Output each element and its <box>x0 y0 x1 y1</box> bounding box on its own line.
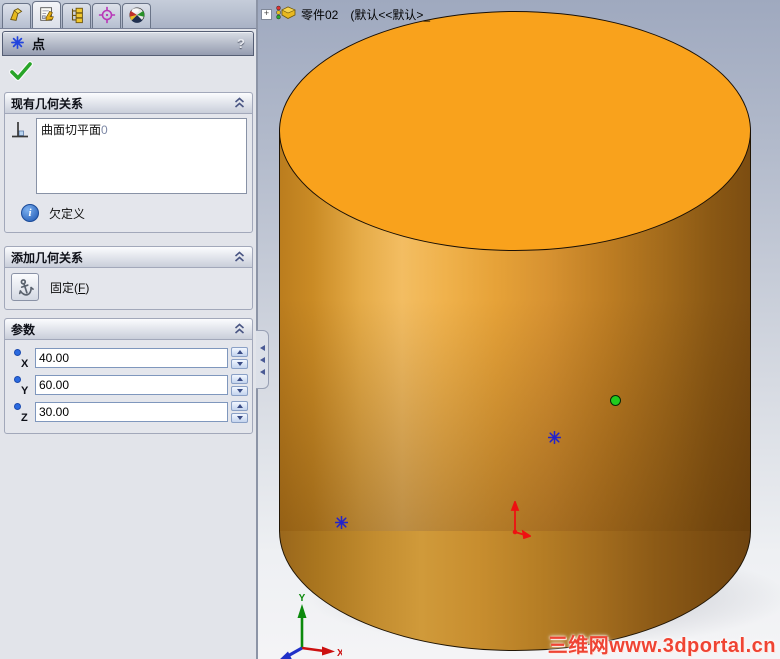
parameters-title: 参数 <box>11 322 36 337</box>
configurationmanager-icon <box>68 6 86 27</box>
add-relations-title: 添加几何关系 <box>11 250 84 265</box>
reference-triad: Y X <box>262 592 344 659</box>
z-coordinate-row: Z <box>11 400 248 424</box>
green-vertex-point[interactable] <box>610 395 621 406</box>
solidworks-window: 点 ? 现有几何关系 曲面切平面0 i 欠定义 添加几何关系 固定(F) 参数 … <box>0 0 780 659</box>
definition-status-text: 欠定义 <box>49 206 86 221</box>
x-coordinate-input[interactable] <box>35 348 228 368</box>
tab-displaymanager[interactable] <box>122 3 151 28</box>
propertymanager-title-bar: 点 ? <box>2 31 254 56</box>
help-button[interactable]: ? <box>237 36 245 51</box>
part-document-icon <box>276 4 296 24</box>
ok-checkmark-button[interactable] <box>9 60 33 85</box>
info-icon: i <box>21 204 39 222</box>
z-coordinate-input[interactable] <box>35 402 228 422</box>
z-spin-down-button[interactable] <box>231 413 248 423</box>
parameters-body: X Y Z <box>5 340 252 433</box>
add-relations-header[interactable]: 添加几何关系 <box>5 247 252 268</box>
part-name-label[interactable]: 零件02 <box>301 6 338 23</box>
relations-listbox[interactable]: 曲面切平面0 <box>36 118 247 194</box>
z-spin-up-button[interactable] <box>231 401 248 411</box>
existing-relations-title: 现有几何关系 <box>11 96 84 111</box>
z-coordinate-icon: Z <box>11 400 35 424</box>
y-spin-down-button[interactable] <box>231 386 248 396</box>
x-spin-up-button[interactable] <box>231 347 248 357</box>
y-coordinate-row: Y <box>11 373 248 397</box>
tab-configurationmanager[interactable] <box>62 3 91 28</box>
y-coordinate-icon: Y <box>11 373 35 397</box>
collapse-chevron-icon[interactable] <box>233 251 246 263</box>
panel-tab-bar <box>0 0 256 29</box>
part-origin-marker[interactable] <box>505 499 533 540</box>
tab-propertymanager[interactable] <box>32 1 61 28</box>
propertymanager-icon <box>38 5 56 26</box>
tab-featuremanager-tree[interactable] <box>2 3 31 28</box>
collapse-chevron-icon[interactable] <box>233 97 246 109</box>
tab-dimxpertmanager[interactable] <box>92 3 121 28</box>
relation-list-item[interactable]: 曲面切平面0 <box>41 121 242 138</box>
parameters-header[interactable]: 参数 <box>5 319 252 340</box>
parameters-group: 参数 X Y <box>4 318 253 434</box>
existing-relations-body: 曲面切平面0 <box>5 114 252 196</box>
property-manager-panel: 点 ? 现有几何关系 曲面切平面0 i 欠定义 添加几何关系 固定(F) 参数 … <box>0 0 258 659</box>
part-configuration-label: (默认<<默认>_ <box>350 7 431 22</box>
flyout-feature-tree: + 零件02 (默认<<默认>_ <box>261 4 430 24</box>
add-relations-group: 添加几何关系 固定(F) <box>4 246 253 310</box>
triad-x-label: X <box>337 648 342 659</box>
point-feature-icon <box>11 35 24 52</box>
fix-anchor-button[interactable] <box>11 273 39 301</box>
dimxpert-target-icon <box>98 6 116 27</box>
y-coordinate-input[interactable] <box>35 375 228 395</box>
confirm-bar <box>0 56 256 86</box>
tree-expand-button[interactable]: + <box>261 8 272 20</box>
graphics-viewport[interactable]: + 零件02 (默认<<默认>_ Y X 三维网www.3dportal.cn <box>258 0 780 659</box>
x-spinner <box>231 347 248 369</box>
displaymanager-sphere-icon <box>128 6 146 27</box>
x-coordinate-row: X <box>11 346 248 370</box>
existing-relations-group: 现有几何关系 曲面切平面0 i 欠定义 <box>4 92 253 233</box>
fix-relation-row: 固定(F) <box>5 268 252 309</box>
panel-title: 点 <box>32 37 46 52</box>
existing-relations-header[interactable]: 现有几何关系 <box>5 93 252 114</box>
y-spin-up-button[interactable] <box>231 374 248 384</box>
watermark-text: 三维网www.3dportal.cn <box>547 635 776 657</box>
featuremanager-tree-icon <box>8 6 26 27</box>
definition-status-row: i 欠定义 <box>5 196 252 232</box>
z-spinner <box>231 401 248 423</box>
blue-point-marker[interactable] <box>547 430 562 445</box>
panel-splitter-handle[interactable] <box>256 330 269 389</box>
cylinder-top-face[interactable] <box>279 11 751 251</box>
collapse-chevron-icon[interactable] <box>233 323 246 335</box>
triad-y-label: Y <box>299 593 306 604</box>
fix-button-label[interactable]: 固定(F) <box>50 279 89 296</box>
perpendicular-relation-icon <box>11 120 31 194</box>
x-coordinate-icon: X <box>11 346 35 370</box>
x-spin-down-button[interactable] <box>231 359 248 369</box>
y-spinner <box>231 374 248 396</box>
blue-point-marker[interactable] <box>334 515 349 530</box>
